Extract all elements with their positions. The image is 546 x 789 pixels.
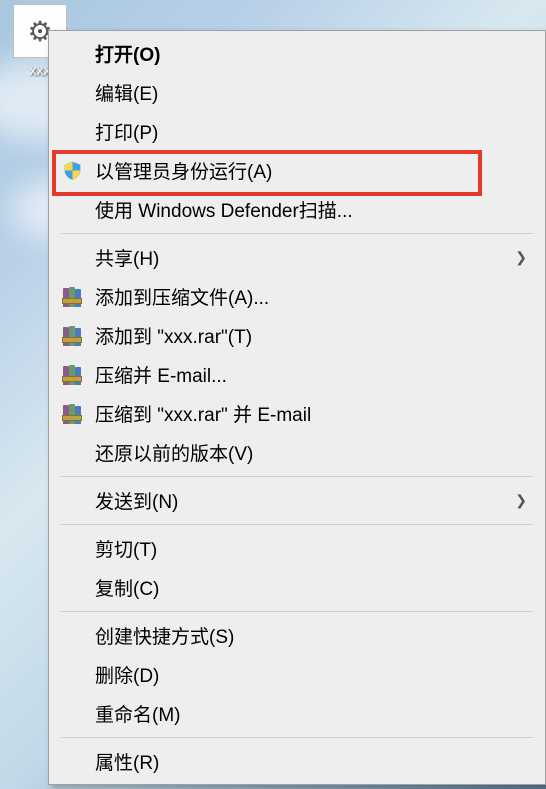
menu-print[interactable]: 打印(P) xyxy=(51,112,543,151)
menu-separator xyxy=(61,476,533,477)
menu-properties[interactable]: 属性(R) xyxy=(51,742,543,781)
blank-icon xyxy=(59,490,85,512)
chevron-right-icon: ❯ xyxy=(515,249,527,266)
menu-defender-label: 使用 Windows Defender扫描... xyxy=(95,196,523,223)
context-menu: 打开(O) 编辑(E) 打印(P) 以管理员身份运行(A) 使用 Windows… xyxy=(48,30,546,785)
menu-separator xyxy=(61,737,533,738)
menu-delete-label: 删除(D) xyxy=(95,661,523,688)
blank-icon xyxy=(59,538,85,560)
blank-icon xyxy=(59,121,85,143)
menu-delete[interactable]: 删除(D) xyxy=(51,655,543,694)
blank-icon xyxy=(59,442,85,464)
menu-cut[interactable]: 剪切(T) xyxy=(51,529,543,568)
menu-send-to[interactable]: 发送到(N) ❯ xyxy=(51,481,543,520)
winrar-icon xyxy=(59,364,85,386)
winrar-icon xyxy=(59,325,85,347)
menu-run-as-admin[interactable]: 以管理员身份运行(A) xyxy=(51,151,543,190)
menu-properties-label: 属性(R) xyxy=(95,748,523,775)
menu-open-label: 打开(O) xyxy=(95,40,523,67)
menu-copy-label: 复制(C) xyxy=(95,574,523,601)
menu-open[interactable]: 打开(O) xyxy=(51,34,543,73)
winrar-icon xyxy=(59,286,85,308)
uac-shield-icon xyxy=(59,160,85,182)
blank-icon xyxy=(59,199,85,221)
blank-icon xyxy=(59,664,85,686)
menu-share[interactable]: 共享(H) ❯ xyxy=(51,238,543,277)
menu-compress-rar-email-label: 压缩到 "xxx.rar" 并 E-mail xyxy=(95,400,523,427)
menu-separator xyxy=(61,524,533,525)
menu-add-to-archive[interactable]: 添加到压缩文件(A)... xyxy=(51,277,543,316)
menu-add-archive-label: 添加到压缩文件(A)... xyxy=(95,283,523,310)
blank-icon xyxy=(59,82,85,104)
menu-rename[interactable]: 重命名(M) xyxy=(51,694,543,733)
blank-icon xyxy=(59,703,85,725)
menu-run-admin-label: 以管理员身份运行(A) xyxy=(95,157,523,184)
menu-copy[interactable]: 复制(C) xyxy=(51,568,543,607)
menu-restore-label: 还原以前的版本(V) xyxy=(95,439,523,466)
menu-compress-email-label: 压缩并 E-mail... xyxy=(95,361,523,388)
menu-share-label: 共享(H) xyxy=(95,244,523,271)
menu-shortcut-label: 创建快捷方式(S) xyxy=(95,622,523,649)
blank-icon xyxy=(59,247,85,269)
menu-add-to-rar[interactable]: 添加到 "xxx.rar"(T) xyxy=(51,316,543,355)
menu-edit-label: 编辑(E) xyxy=(95,79,523,106)
menu-add-rar-label: 添加到 "xxx.rar"(T) xyxy=(95,322,523,349)
menu-compress-rar-email[interactable]: 压缩到 "xxx.rar" 并 E-mail xyxy=(51,394,543,433)
winrar-icon xyxy=(59,403,85,425)
menu-cut-label: 剪切(T) xyxy=(95,535,523,562)
blank-icon xyxy=(59,43,85,65)
menu-defender-scan[interactable]: 使用 Windows Defender扫描... xyxy=(51,190,543,229)
menu-compress-email[interactable]: 压缩并 E-mail... xyxy=(51,355,543,394)
blank-icon xyxy=(59,625,85,647)
menu-sendto-label: 发送到(N) xyxy=(95,487,523,514)
menu-separator xyxy=(61,233,533,234)
menu-separator xyxy=(61,611,533,612)
menu-print-label: 打印(P) xyxy=(95,118,523,145)
menu-restore-versions[interactable]: 还原以前的版本(V) xyxy=(51,433,543,472)
menu-create-shortcut[interactable]: 创建快捷方式(S) xyxy=(51,616,543,655)
blank-icon xyxy=(59,577,85,599)
menu-rename-label: 重命名(M) xyxy=(95,700,523,727)
menu-edit[interactable]: 编辑(E) xyxy=(51,73,543,112)
blank-icon xyxy=(59,751,85,773)
chevron-right-icon: ❯ xyxy=(515,492,527,509)
